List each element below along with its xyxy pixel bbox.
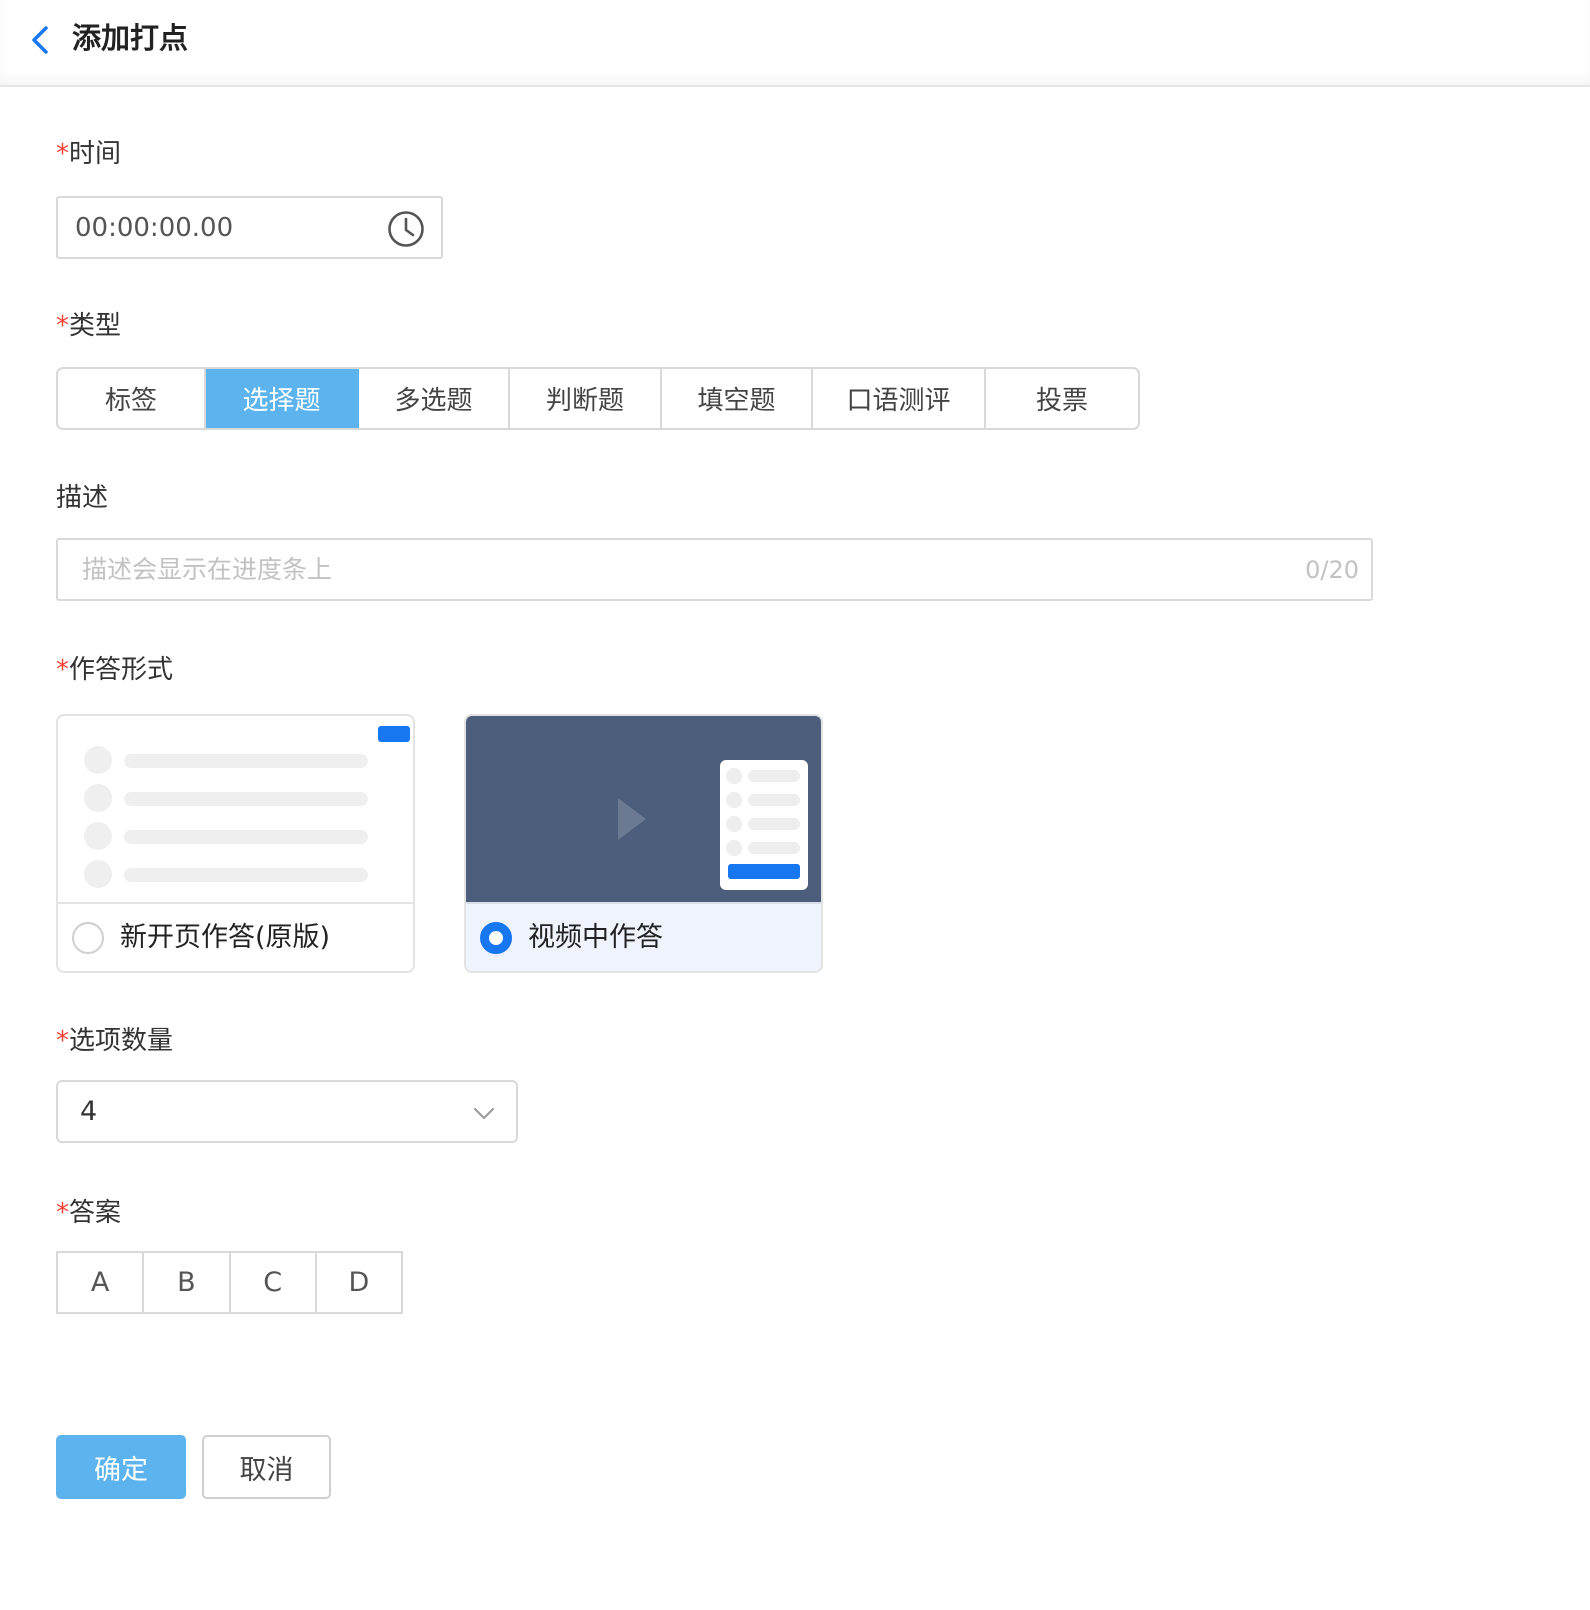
back-arrow-icon[interactable] — [26, 20, 54, 60]
video-overlay-illustration-icon — [618, 760, 808, 890]
radio-button-unchecked[interactable] — [72, 922, 104, 954]
answer-option-a[interactable]: A — [58, 1253, 145, 1312]
description-label: 描述 — [56, 483, 109, 513]
type-label-text: 类型 — [69, 311, 122, 341]
type-option-vote[interactable]: 投票 — [986, 369, 1138, 428]
time-value: 00:00:00.00 — [75, 213, 234, 243]
in-video-option-footer: 视频中作答 — [466, 904, 821, 971]
confirm-button[interactable]: 确定 — [56, 1435, 186, 1499]
answer-option-b[interactable]: B — [144, 1253, 231, 1312]
type-label: *类型 — [56, 308, 121, 344]
new-page-option-footer: 新开页作答(原版) — [58, 904, 413, 971]
type-option-single-choice[interactable]: 选择题 — [206, 369, 359, 428]
answer-mode-card-new-page[interactable]: 新开页作答(原版) — [56, 714, 415, 973]
answer-option-c[interactable]: C — [231, 1253, 317, 1312]
required-asterisk: * — [56, 311, 69, 341]
answer-label: *答案 — [56, 1195, 121, 1231]
time-label: *时间 — [56, 136, 121, 172]
time-label-text: 时间 — [69, 139, 122, 169]
option-count-label: *选项数量 — [56, 1023, 173, 1059]
clock-icon[interactable] — [387, 210, 425, 248]
option-count-value: 4 — [80, 1096, 98, 1127]
page-title: 添加打点 — [72, 21, 189, 55]
type-option-multiple-choice[interactable]: 多选题 — [359, 369, 510, 428]
type-option-true-false[interactable]: 判断题 — [510, 369, 662, 428]
time-picker-input[interactable]: 00:00:00.00 — [56, 196, 443, 259]
answer-mode-label: *作答形式 — [56, 652, 173, 688]
cancel-button[interactable]: 取消 — [202, 1435, 331, 1499]
required-asterisk: * — [56, 655, 69, 685]
answer-mode-label-text: 作答形式 — [69, 655, 174, 685]
required-asterisk: * — [56, 1198, 69, 1228]
required-asterisk: * — [56, 1026, 69, 1056]
description-char-counter: 0/20 — [1305, 556, 1359, 584]
type-option-oral-assessment[interactable]: 口语测评 — [813, 369, 986, 428]
answer-mode-card-in-video[interactable]: 视频中作答 — [464, 714, 823, 973]
in-video-option-label: 视频中作答 — [528, 922, 663, 953]
answer-label-text: 答案 — [69, 1198, 122, 1228]
type-option-fill-blank[interactable]: 填空题 — [662, 369, 813, 428]
type-segmented-control: 标签 选择题 多选题 判断题 填空题 口语测评 投票 — [56, 367, 1140, 430]
page-header: 添加打点 — [0, 0, 1590, 87]
answer-option-d[interactable]: D — [317, 1253, 401, 1312]
new-page-preview — [58, 716, 413, 904]
new-page-option-label: 新开页作答(原版) — [120, 922, 331, 953]
answer-options-group: A B C D — [56, 1251, 403, 1314]
description-placeholder: 描述会显示在进度条上 — [82, 555, 333, 584]
required-asterisk: * — [56, 139, 69, 169]
question-list-illustration-icon — [84, 726, 410, 888]
in-video-preview — [466, 716, 821, 904]
option-count-label-text: 选项数量 — [69, 1026, 174, 1056]
radio-button-checked[interactable] — [480, 922, 512, 954]
description-input[interactable]: 描述会显示在进度条上 0/20 — [56, 538, 1373, 601]
option-count-select[interactable]: 4 — [56, 1080, 518, 1143]
chevron-down-icon — [474, 1108, 494, 1119]
type-option-tag[interactable]: 标签 — [58, 369, 206, 428]
